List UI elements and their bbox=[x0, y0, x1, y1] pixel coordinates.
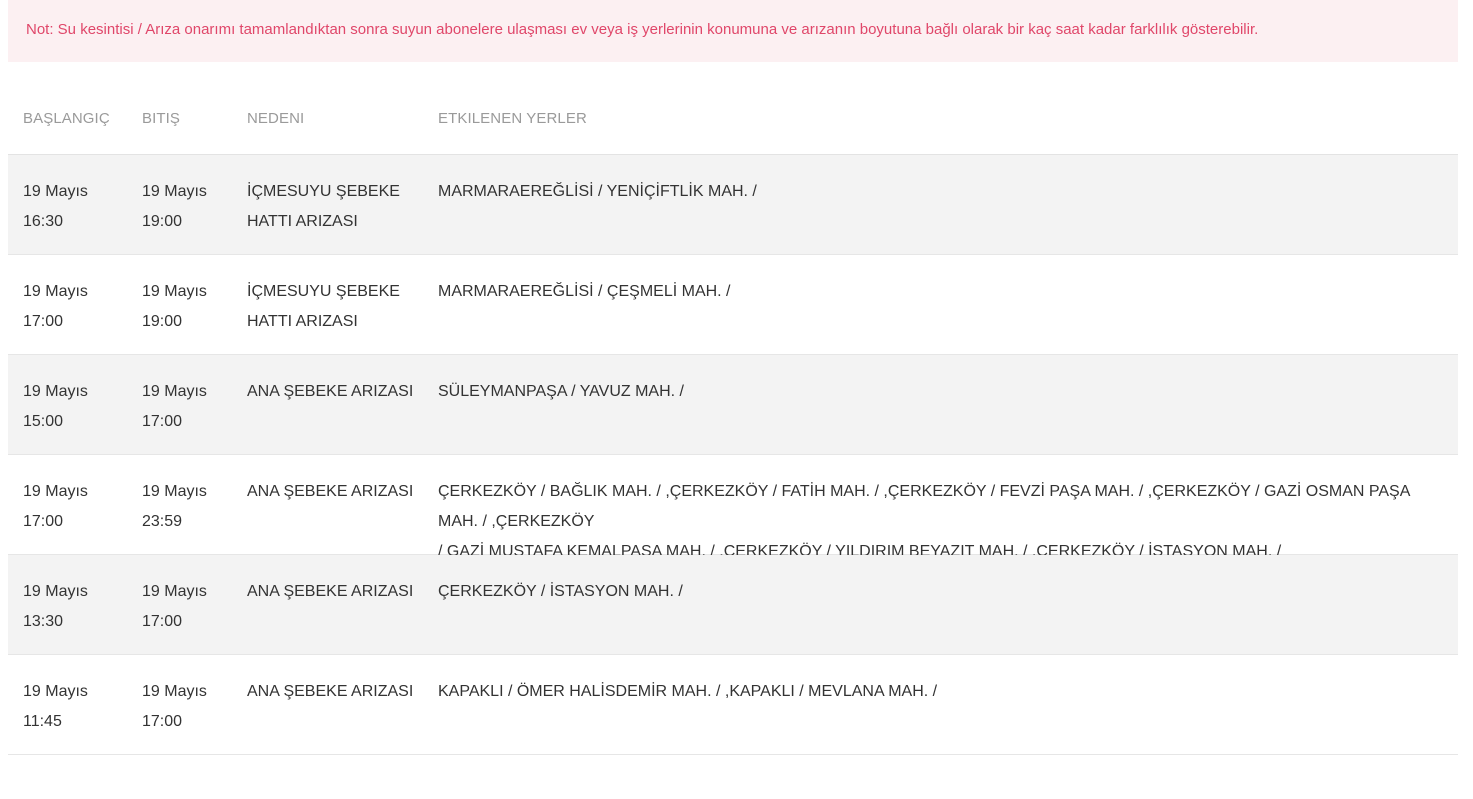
places-cell: KAPAKLI / ÖMER HALİSDEMİR MAH. / ,KAPAKL… bbox=[438, 677, 1448, 707]
header-reason: NEDENI bbox=[247, 110, 305, 127]
places-cell: ÇERKEZKÖY / İSTASYON MAH. / bbox=[438, 577, 1448, 607]
end-cell-line: 17:00 bbox=[142, 613, 183, 630]
reason-cell: ANA ŞEBEKE ARIZASI bbox=[247, 477, 422, 507]
places-cell-line: ÇERKEZKÖY / İSTASYON MAH. / bbox=[438, 583, 683, 600]
outage-table: BAŞLANGIÇ BITIŞ NEDENI ETKILENEN YERLER … bbox=[8, 92, 1458, 755]
start-cell-line: 19 Mayıs bbox=[23, 583, 88, 600]
end-cell: 19 Mayıs 23:59 bbox=[142, 477, 242, 537]
reason-cell-line: ANA ŞEBEKE ARIZASI bbox=[247, 483, 414, 500]
header-start: BAŞLANGIÇ bbox=[23, 110, 110, 127]
end-cell-line: 19 Mayıs bbox=[142, 683, 207, 700]
start-cell-line: 19 Mayıs bbox=[23, 483, 88, 500]
end-cell: 19 Mayıs 19:00 bbox=[142, 177, 242, 237]
table-row: 19 Mayıs 13:30 19 Mayıs 17:00 ANA ŞEBEKE ARI… bbox=[8, 555, 1458, 655]
start-cell-line: 13:30 bbox=[23, 613, 64, 630]
places-cell: SÜLEYMANPAŞA / YAVUZ MAH. / bbox=[438, 377, 1448, 407]
start-cell: 19 Mayıs 11:45 bbox=[23, 677, 133, 737]
start-cell: 19 Mayıs 15:00 bbox=[23, 377, 133, 437]
places-cell-line: SÜLEYMANPAŞA / YAVUZ MAH. / bbox=[438, 383, 684, 400]
places-cell: MARMARAEREĞLİSİ / ÇEŞMELİ MAH. / bbox=[438, 277, 1448, 307]
reason-cell: İÇMESUYU ŞEBEKE HATTI ARIZASI bbox=[247, 177, 422, 237]
reason-cell-line: İÇMESUYU ŞEBEKE bbox=[247, 183, 400, 200]
reason-cell-line: İÇMESUYU ŞEBEKE bbox=[247, 283, 400, 300]
start-cell-line: 15:00 bbox=[23, 413, 64, 430]
start-cell-line: 16:30 bbox=[23, 213, 64, 230]
end-cell-line: 19 Mayıs bbox=[142, 383, 207, 400]
reason-cell-line: HATTI ARIZASI bbox=[247, 213, 358, 230]
places-cell-line: ÇERKEZKÖY / BAĞLIK MAH. / ,ÇERKEZKÖY / F… bbox=[438, 483, 1410, 530]
table-body: 19 Mayıs 16:30 19 Mayıs 19:00 İÇMESUYU ŞEBEK… bbox=[8, 155, 1458, 755]
end-cell: 19 Mayıs 17:00 bbox=[142, 677, 242, 737]
end-cell: 19 Mayıs 17:00 bbox=[142, 577, 242, 637]
start-cell-line: 19 Mayıs bbox=[23, 283, 88, 300]
places-cell-line: MARMARAEREĞLİSİ / ÇEŞMELİ MAH. / bbox=[438, 283, 731, 300]
places-cell: ÇERKEZKÖY / BAĞLIK MAH. / ,ÇERKEZKÖY / F… bbox=[438, 477, 1448, 567]
start-cell-line: 19 Mayıs bbox=[23, 183, 88, 200]
end-cell-line: 19 Mayıs bbox=[142, 483, 207, 500]
end-cell-line: 17:00 bbox=[142, 413, 183, 430]
end-cell: 19 Mayıs 19:00 bbox=[142, 277, 242, 337]
end-cell: 19 Mayıs 17:00 bbox=[142, 377, 242, 437]
end-cell-line: 23:59 bbox=[142, 513, 183, 530]
start-cell: 19 Mayıs 16:30 bbox=[23, 177, 133, 237]
start-cell-line: 19 Mayıs bbox=[23, 683, 88, 700]
table-row: 19 Mayıs 11:45 19 Mayıs 17:00 ANA ŞEBEKE ARI… bbox=[8, 655, 1458, 755]
reason-cell-line: HATTI ARIZASI bbox=[247, 313, 358, 330]
table-row: 19 Mayıs 16:30 19 Mayıs 19:00 İÇMESUYU ŞEBEK… bbox=[8, 155, 1458, 255]
end-cell-line: 17:00 bbox=[142, 713, 183, 730]
reason-cell: İÇMESUYU ŞEBEKE HATTI ARIZASI bbox=[247, 277, 422, 337]
reason-cell: ANA ŞEBEKE ARIZASI bbox=[247, 577, 422, 607]
end-cell-line: 19:00 bbox=[142, 213, 183, 230]
end-cell-line: 19 Mayıs bbox=[142, 183, 207, 200]
notice-banner: Not: Su kesintisi / Arıza onarımı tamaml… bbox=[8, 0, 1458, 62]
table-row: 19 Mayıs 17:00 19 Mayıs 23:59 ANA ŞEBEKE ARI… bbox=[8, 455, 1458, 560]
start-cell-line: 19 Mayıs bbox=[23, 383, 88, 400]
end-cell-line: 19:00 bbox=[142, 313, 183, 330]
reason-cell-line: ANA ŞEBEKE ARIZASI bbox=[247, 383, 414, 400]
reason-cell-line: ANA ŞEBEKE ARIZASI bbox=[247, 683, 414, 700]
places-cell-line: KAPAKLI / ÖMER HALİSDEMİR MAH. / ,KAPAKL… bbox=[438, 683, 938, 700]
start-cell-line: 11:45 bbox=[23, 713, 62, 730]
start-cell: 19 Mayıs 17:00 bbox=[23, 277, 133, 337]
reason-cell: ANA ŞEBEKE ARIZASI bbox=[247, 377, 422, 407]
reason-cell: ANA ŞEBEKE ARIZASI bbox=[247, 677, 422, 707]
reason-cell-line: ANA ŞEBEKE ARIZASI bbox=[247, 583, 414, 600]
header-places: ETKILENEN YERLER bbox=[438, 110, 587, 127]
outage-page: Not: Su kesintisi / Arıza onarımı tamaml… bbox=[0, 0, 1473, 799]
end-cell-line: 19 Mayıs bbox=[142, 283, 207, 300]
table-header: BAŞLANGIÇ BITIŞ NEDENI ETKILENEN YERLER bbox=[8, 92, 1458, 155]
start-cell-line: 17:00 bbox=[23, 313, 64, 330]
start-cell: 19 Mayıs 17:00 bbox=[23, 477, 133, 537]
table-row: 19 Mayıs 15:00 19 Mayıs 17:00 ANA ŞEBEKE ARI… bbox=[8, 355, 1458, 455]
table-row: 19 Mayıs 17:00 19 Mayıs 19:00 İÇMESUYU ŞEBEK… bbox=[8, 255, 1458, 355]
places-cell-line: MARMARAEREĞLİSİ / YENİÇİFTLİK MAH. / bbox=[438, 183, 757, 200]
end-cell-line: 19 Mayıs bbox=[142, 583, 207, 600]
start-cell: 19 Mayıs 13:30 bbox=[23, 577, 133, 637]
start-cell-line: 17:00 bbox=[23, 513, 64, 530]
places-cell: MARMARAEREĞLİSİ / YENİÇİFTLİK MAH. / bbox=[438, 177, 1448, 207]
header-end: BITIŞ bbox=[142, 110, 181, 127]
